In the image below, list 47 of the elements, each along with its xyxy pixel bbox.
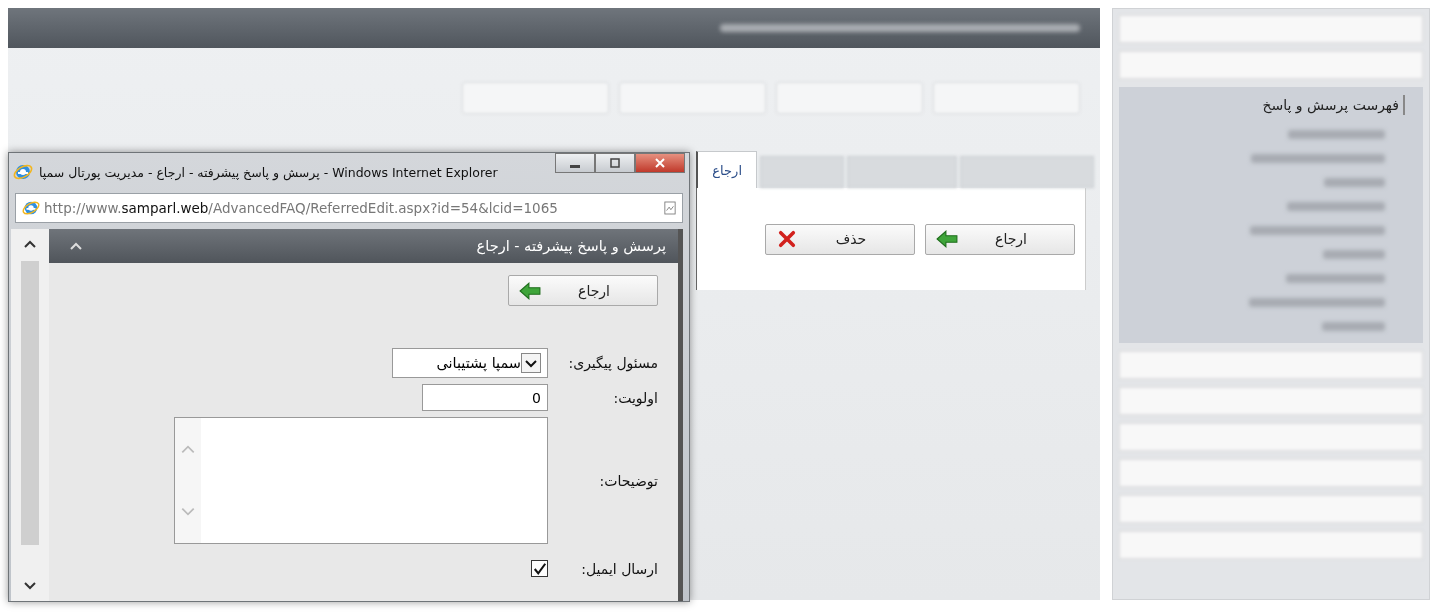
blurred-menu-item[interactable] [1251,154,1385,163]
action-button[interactable]: ارجاع [925,223,1075,255]
minimize-button[interactable] [555,153,595,173]
scroll-down-icon[interactable] [23,581,37,591]
blurred-menu-item[interactable] [1323,250,1385,259]
panel-title: پرسش و پاسخ پیشرفته - ارجاع [476,238,666,254]
checkbox[interactable] [531,560,548,577]
input-field[interactable]: 0 [422,384,548,411]
x-icon [776,230,798,248]
window-title: پرسش و پاسخ پیشرفته - ارجاع - مدیریت پورتال سمپا - Windows Internet Explorer [39,164,498,180]
scrollbar[interactable] [11,229,49,601]
blurred-menu-item[interactable] [1322,322,1385,331]
blurred-menu-item[interactable] [1250,226,1385,235]
scroll-thumb[interactable] [21,261,39,545]
action-button[interactable]: ارجاع [508,275,658,306]
close-icon [654,157,666,169]
field-label: توضیحات: [598,472,658,489]
maximize-button[interactable] [595,153,635,173]
blurred-menu-item[interactable] [1287,202,1385,211]
blurred-menu-item[interactable] [1288,130,1385,139]
url-text: http://www.samparl.web/AdvancedFAQ/ReferredEdit.aspx?id=54&lcid=1065 [44,200,558,216]
maximize-icon [609,157,621,169]
arrow-icon [519,281,541,300]
browser-icon [22,199,40,217]
page-icon [664,201,676,215]
sidebar-item[interactable]: فهرست پرسش و پاسخ [1131,95,1405,115]
address-bar[interactable]: http://www.samparl.web/AdvancedFAQ/ReferredEdit.aspx?id=54&lcid=1065 [15,193,683,223]
blurred-menu-item[interactable] [1324,178,1385,187]
blurred-tab[interactable] [847,156,957,188]
blurred-menu-item[interactable] [1249,298,1385,307]
text-area[interactable] [174,417,548,544]
action-button[interactable]: حذف [765,223,915,255]
field-label: ارسال ایمیل: [580,560,658,577]
field-label: مسئول پیگیری: [567,355,658,371]
scroll-up-icon[interactable] [23,239,37,249]
browser-icon [13,162,33,182]
dropdown[interactable]: سمپا پشتیبانی [392,348,548,378]
close-button[interactable] [635,153,685,173]
chevron-icon [521,353,541,373]
arrow-icon [936,230,958,248]
blurred-menu-item[interactable] [1286,274,1385,283]
blurred-tab[interactable] [960,156,1094,188]
field-label: اولویت: [612,389,658,406]
minimize-icon [570,164,580,168]
blurred-tab[interactable] [760,156,844,188]
collapse-icon[interactable] [69,241,83,251]
tab[interactable]: ارجاع [696,151,757,188]
